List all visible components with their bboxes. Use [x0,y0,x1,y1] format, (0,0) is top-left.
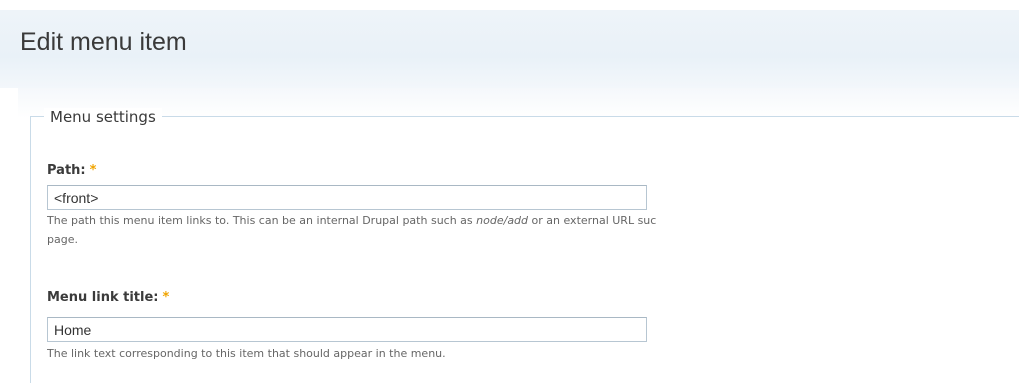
page-title: Edit menu item [20,28,187,56]
menu-link-title-description: The link text corresponding to this item… [47,347,446,360]
path-description-text-end: or an external URL suc [528,214,657,227]
menu-link-title-required-marker: * [162,290,170,305]
path-label: Path: * [47,163,96,178]
path-description: The path this menu item links to. This c… [47,211,1019,249]
edit-menu-item-page: Edit menu item Menu settings Path:* The … [0,0,1019,383]
path-label-text: Path: [47,163,86,178]
path-description-text-start: The path this menu item links to. This c… [47,214,477,227]
path-required-marker: * [89,163,97,178]
menu-settings-legend: Menu settings [44,108,162,126]
path-description-example: node/add [476,214,529,227]
menu-link-title-label-text: Menu link title: [47,290,159,305]
path-description-line-2: page. [47,233,78,246]
menu-link-title-label: Menu link title: * [47,290,169,305]
menu-link-title-input[interactable] [47,317,647,342]
path-input[interactable] [47,185,647,210]
menu-settings-fieldset [30,116,1019,383]
